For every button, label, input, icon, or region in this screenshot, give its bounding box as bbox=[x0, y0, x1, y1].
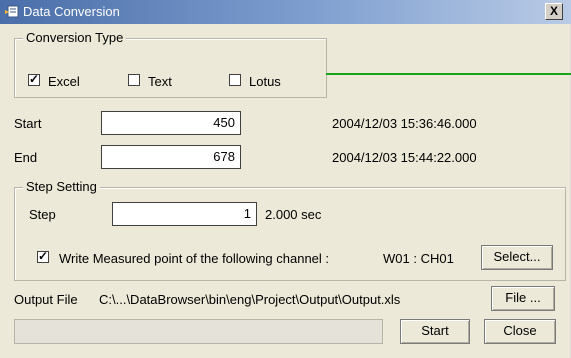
start-input[interactable]: 450 bbox=[101, 111, 241, 135]
channel-label: W01 : CH01 bbox=[383, 251, 454, 266]
start-time: 2004/12/03 15:36:46.000 bbox=[332, 116, 477, 131]
window-title: Data Conversion bbox=[23, 4, 120, 19]
check-mark-icon: ✓ bbox=[38, 249, 49, 263]
lotus-label: Lotus bbox=[249, 74, 281, 89]
lotus-checkbox[interactable] bbox=[229, 74, 241, 86]
write-measured-label: Write Measured point of the following ch… bbox=[59, 251, 330, 266]
title-bar: Data Conversion X bbox=[0, 0, 571, 24]
file-button[interactable]: File ... bbox=[491, 286, 555, 311]
output-file-label: Output File bbox=[14, 292, 78, 307]
accent-line bbox=[326, 73, 571, 75]
app-icon bbox=[5, 5, 19, 18]
end-time: 2004/12/03 15:44:22.000 bbox=[332, 150, 477, 165]
progress-bar bbox=[14, 319, 383, 344]
write-measured-checkbox[interactable]: ✓ bbox=[37, 249, 49, 263]
end-input[interactable]: 678 bbox=[101, 145, 241, 169]
select-button[interactable]: Select... bbox=[481, 245, 553, 270]
data-conversion-window: Data Conversion X Conversion Type ✓ Exce… bbox=[0, 0, 571, 358]
step-setting-label: Step Setting bbox=[23, 179, 100, 194]
step-label: Step bbox=[29, 207, 56, 222]
excel-checkbox[interactable]: ✓ bbox=[28, 72, 40, 86]
close-window-button[interactable]: X bbox=[545, 3, 563, 20]
output-file-path: C:\...\DataBrowser\bin\eng\Project\Outpu… bbox=[99, 292, 401, 307]
start-button[interactable]: Start bbox=[400, 319, 470, 344]
start-label: Start bbox=[14, 116, 42, 131]
check-mark-icon: ✓ bbox=[29, 72, 40, 86]
text-checkbox[interactable] bbox=[128, 74, 140, 86]
step-interval: 2.000 sec bbox=[265, 207, 322, 222]
close-button[interactable]: Close bbox=[484, 319, 556, 344]
excel-label: Excel bbox=[48, 74, 80, 89]
end-label: End bbox=[14, 150, 38, 165]
conversion-type-group: Conversion Type bbox=[14, 30, 327, 98]
text-label: Text bbox=[148, 74, 172, 89]
conversion-type-label: Conversion Type bbox=[23, 30, 127, 45]
step-input[interactable]: 1 bbox=[112, 202, 257, 226]
